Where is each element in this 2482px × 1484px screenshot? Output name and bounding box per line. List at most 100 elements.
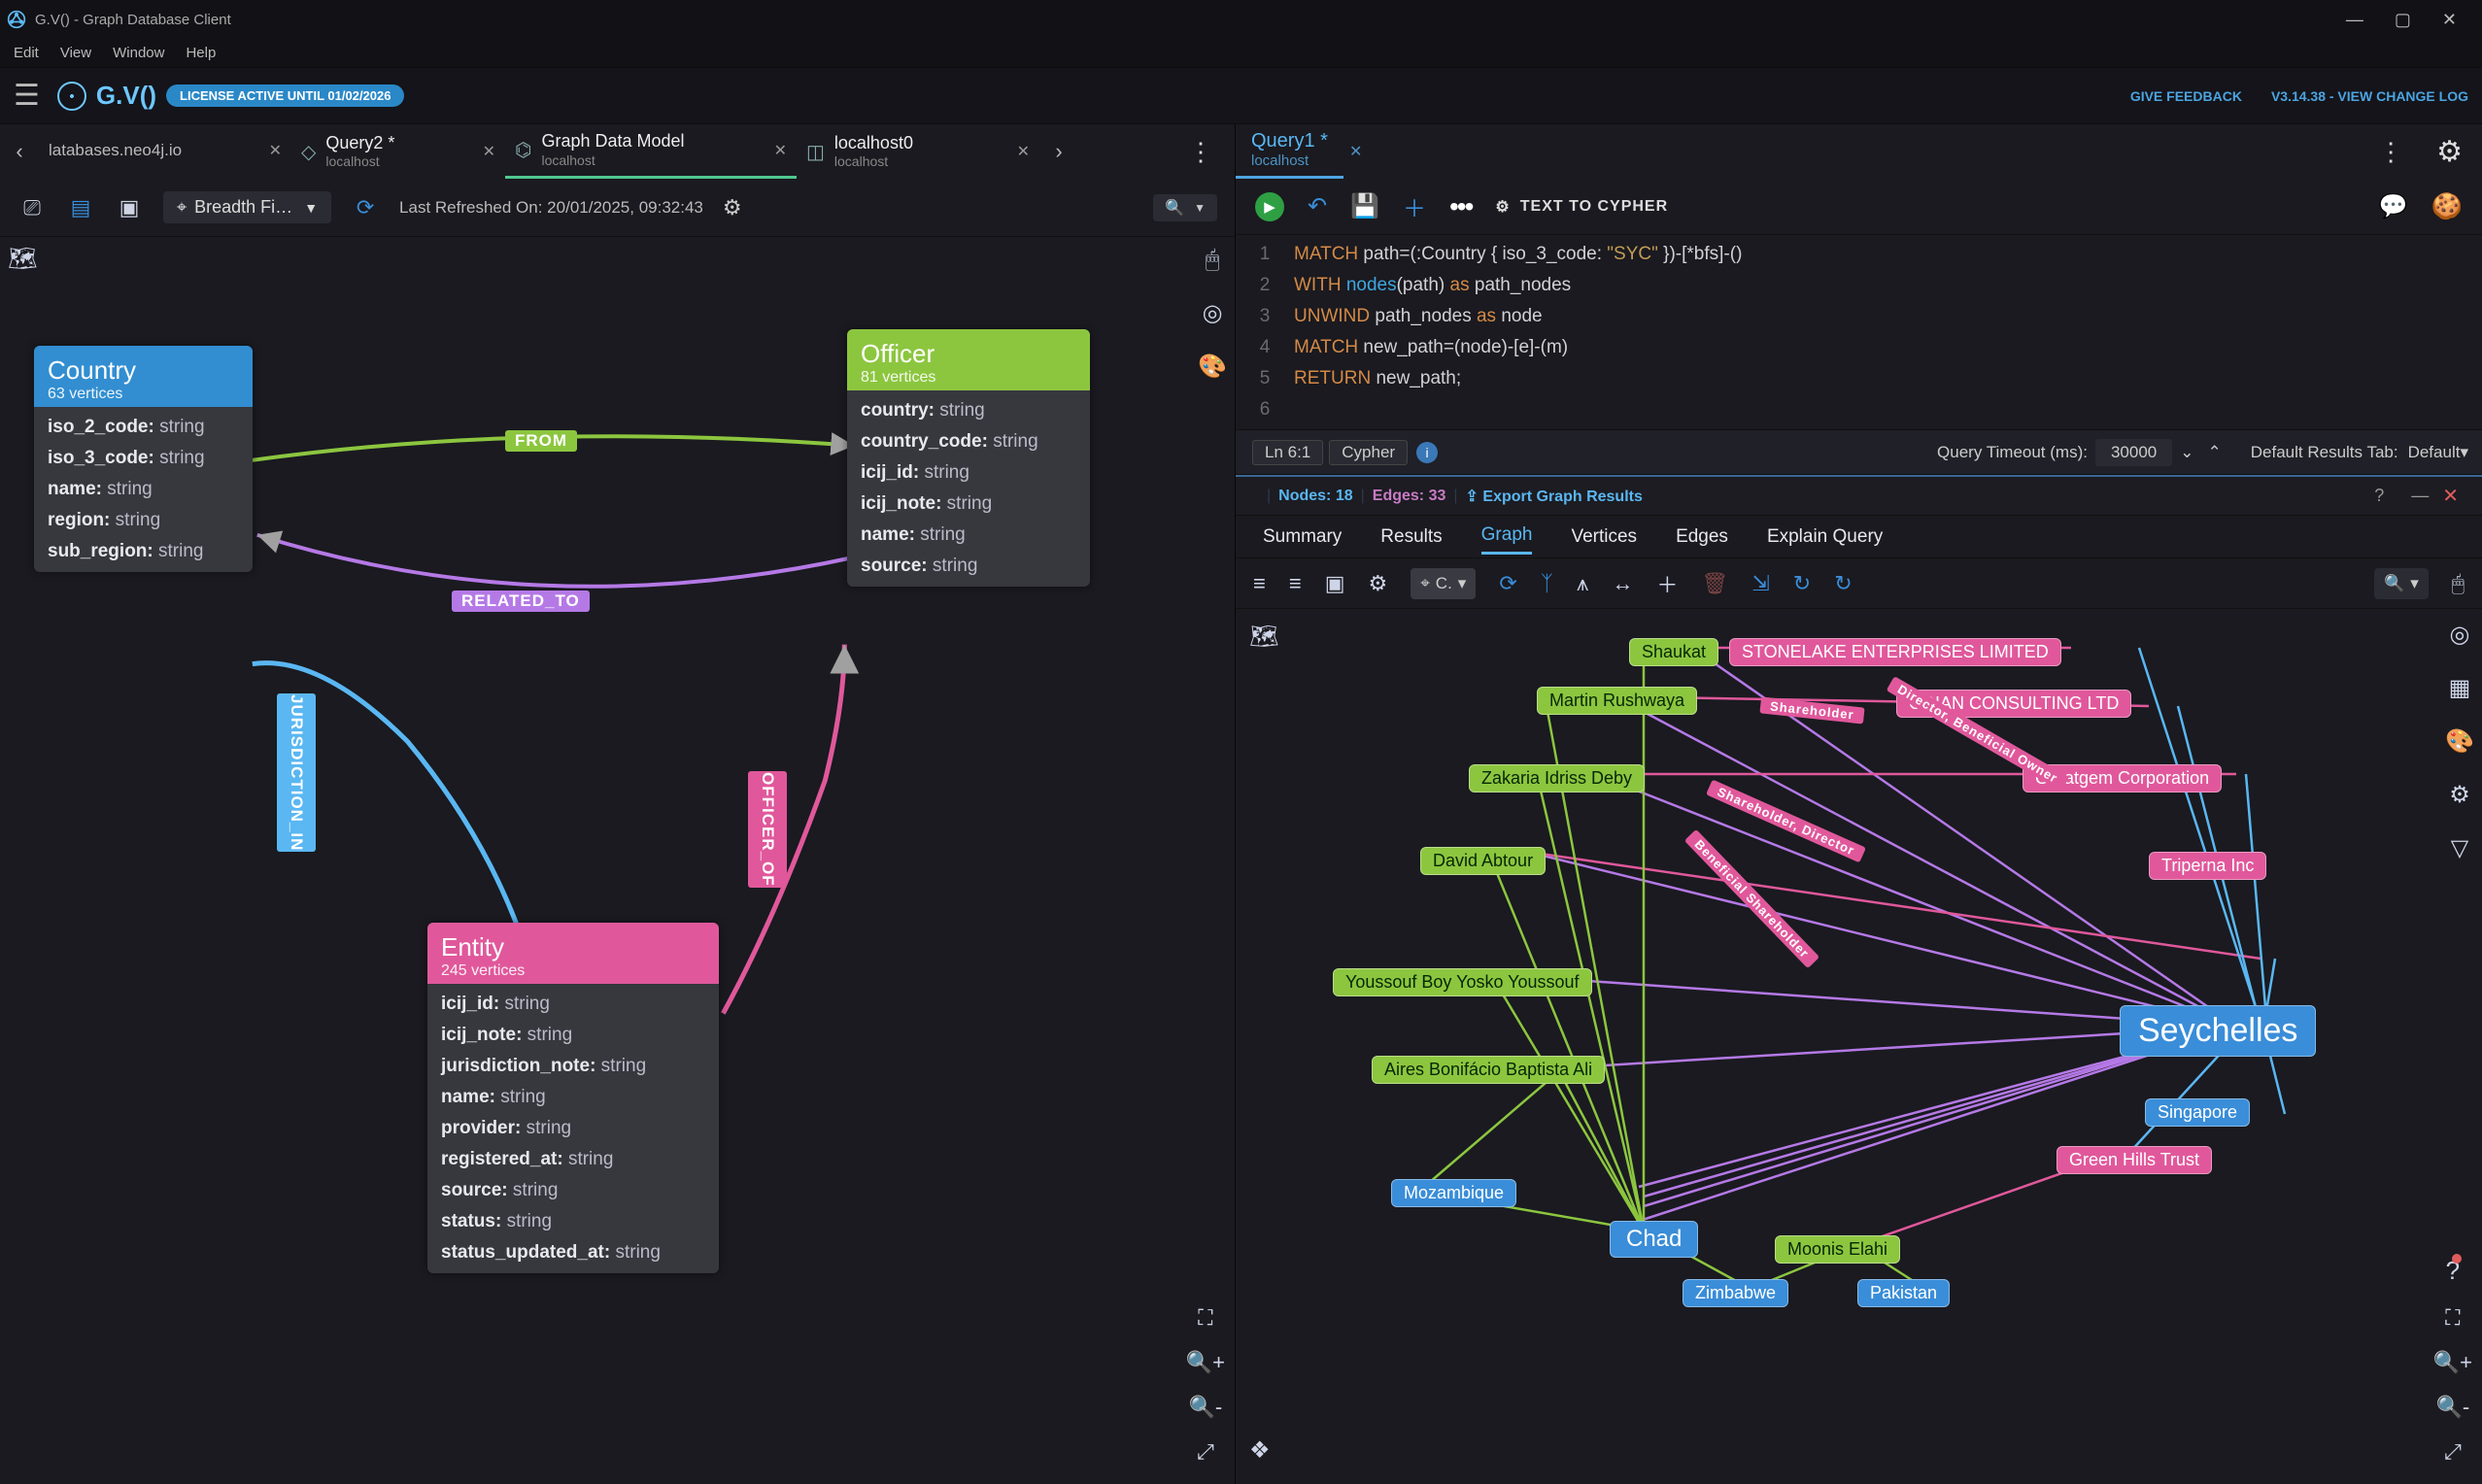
comment-icon[interactable]: 💬 <box>2379 192 2408 220</box>
export-layout-icon[interactable]: ⇲ <box>1751 571 1769 596</box>
menu-view[interactable]: View <box>60 45 91 61</box>
tab-explain[interactable]: Explain Query <box>1767 521 1883 554</box>
trash-icon[interactable]: 🗑 <box>1701 571 1728 596</box>
node-mozambique[interactable]: Mozambique <box>1391 1179 1516 1207</box>
zoom-out-icon[interactable]: 🔍- <box>1189 1395 1223 1420</box>
close-icon[interactable]: ✕ <box>1349 142 1362 161</box>
gear-icon[interactable]: ⚙ <box>723 195 742 220</box>
node-greenhills[interactable]: Green Hills Trust <box>2057 1146 2212 1174</box>
graph-search[interactable]: 🔍▾ <box>2374 568 2429 599</box>
tab-localhost0[interactable]: ◫ localhost0 localhost ✕ <box>797 124 1039 179</box>
table-view-icon[interactable]: ▤ <box>66 195 95 220</box>
code-editor[interactable]: 1MATCH path=(:Country { iso_3_code: "SYC… <box>1236 235 2482 430</box>
save-icon[interactable]: 💾 <box>1350 192 1379 220</box>
tabs-more-icon[interactable]: ⋮ <box>1167 137 1235 167</box>
tab-vertices[interactable]: Vertices <box>1571 521 1637 554</box>
tabs-prev-icon[interactable]: ‹ <box>0 139 39 164</box>
layout-chip[interactable]: ⌖C.▾ <box>1411 568 1476 599</box>
more-dots-icon[interactable]: ••• <box>1449 191 1472 222</box>
help-badge-icon[interactable]: ? <box>2446 1256 2460 1286</box>
link-icon[interactable]: ↔ <box>1612 571 1633 596</box>
schema-view-icon[interactable]: ⎚ <box>17 195 47 220</box>
license-badge[interactable]: LICENSE ACTIVE UNTIL 01/02/2026 <box>166 84 404 107</box>
center-icon[interactable]: ◎ <box>1203 299 1223 327</box>
close-icon[interactable]: ✕ <box>1017 142 1030 161</box>
add-icon[interactable]: ＋ <box>1403 189 1426 223</box>
image-view-icon[interactable]: ▣ <box>115 195 144 220</box>
zoom-in-icon[interactable]: 🔍+ <box>2433 1350 2472 1375</box>
close-window-icon[interactable]: ✕ <box>2442 10 2457 30</box>
node-singapore[interactable]: Singapore <box>2145 1098 2250 1127</box>
close-icon[interactable]: ✕ <box>269 141 282 160</box>
tab-query2[interactable]: ◇ Query2 * localhost ✕ <box>291 124 505 179</box>
fit-icon[interactable]: ⤢ <box>2444 1439 2462 1465</box>
give-feedback-link[interactable]: GIVE FEEDBACK <box>2130 88 2242 104</box>
graph-canvas[interactable]: 🗺 ◎ ▦ 🎨 ⚙ ▽ <box>1236 609 2482 1484</box>
fullscreen-icon[interactable]: ⛶ <box>1198 1305 1212 1331</box>
tab-results[interactable]: Results <box>1380 521 1442 554</box>
node-david[interactable]: David Abtour <box>1420 847 1546 875</box>
tree-icon[interactable]: ⩚ <box>1577 571 1588 596</box>
filter-add-icon[interactable]: ≡ <box>1253 571 1266 596</box>
node-pakistan[interactable]: Pakistan <box>1857 1279 1950 1307</box>
mouse-icon[interactable]: 🖱 <box>1206 247 1219 274</box>
chevron-down-icon[interactable]: ⌄ <box>2180 443 2193 462</box>
node-moonis[interactable]: Moonis Elahi <box>1775 1235 1900 1264</box>
palette-icon[interactable]: 🎨 <box>2445 727 2474 756</box>
menu-edit[interactable]: Edit <box>14 45 39 61</box>
cookie-icon[interactable]: 🍪 <box>2431 191 2463 221</box>
maximize-icon[interactable]: ▢ <box>2395 10 2411 30</box>
help-icon[interactable]: ? <box>2374 486 2384 506</box>
mouse-mode-icon[interactable]: 🖱 <box>2452 571 2465 596</box>
layout-dropdown[interactable]: ⌖ Breadth Fi… ▼ <box>163 191 331 223</box>
fullscreen-icon[interactable]: ⛶ <box>2445 1305 2460 1331</box>
close-icon[interactable]: ✕ <box>483 142 495 161</box>
add-node-icon[interactable]: ＋ <box>1656 568 1678 599</box>
node-youssouf[interactable]: Youssouf Boy Yosko Youssouf <box>1333 968 1592 996</box>
tabs-next-icon[interactable]: › <box>1039 139 1078 164</box>
fit-icon[interactable]: ⤢ <box>1197 1439 1214 1465</box>
schema-node-officer[interactable]: Officer81 vertices country: string count… <box>847 329 1090 587</box>
schema-node-entity[interactable]: Entity245 vertices icij_id: string icij_… <box>427 923 719 1273</box>
hamburger-icon[interactable]: ☰ <box>14 79 40 113</box>
filter-icon[interactable]: ▽ <box>2451 834 2468 862</box>
node-seychelles[interactable]: Seychelles <box>2120 1005 2316 1057</box>
node-shaukat[interactable]: Shaukat <box>1629 638 1718 666</box>
node-aires[interactable]: Aires Bonifácio Baptista Ali <box>1372 1056 1605 1084</box>
minimap-icon[interactable]: 🗺 <box>1249 623 1278 651</box>
search-pill[interactable]: 🔍 ▼ <box>1153 194 1217 221</box>
refresh-layout-icon[interactable]: ⟳ <box>1499 571 1516 596</box>
node-triperna[interactable]: Triperna Inc <box>2149 852 2266 880</box>
menu-help[interactable]: Help <box>186 45 216 61</box>
schema-node-country[interactable]: Country63 vertices iso_2_code: string is… <box>34 346 253 572</box>
default-tab-value[interactable]: Default <box>2408 443 2461 462</box>
table-icon[interactable]: ▦ <box>2449 674 2471 702</box>
export-graph-button[interactable]: ⇪ Export Graph Results <box>1466 487 1643 506</box>
chevron-up-icon[interactable]: ⌃ <box>2208 443 2222 462</box>
tab-neo4j[interactable]: latabases.neo4j.io ✕ <box>39 124 291 179</box>
target-icon[interactable]: ◎ <box>2450 621 2470 649</box>
zoom-in-icon[interactable]: 🔍+ <box>1186 1350 1225 1375</box>
tab-query1[interactable]: Query1 * localhost <box>1236 124 1343 178</box>
minimize-results-icon[interactable]: — <box>2411 486 2429 506</box>
layers-icon[interactable]: ❖ <box>1249 1436 1271 1465</box>
tab-graph-data-model[interactable]: ⌬ Graph Data Model localhost ✕ <box>505 124 797 179</box>
refresh-icon[interactable]: ⟳ <box>351 195 380 220</box>
filter-remove-icon[interactable]: ≡ <box>1289 571 1302 596</box>
text-to-cypher-button[interactable]: ⚙ TEXT TO CYPHER <box>1495 197 1668 217</box>
info-icon[interactable]: i <box>1416 442 1438 463</box>
path-icon[interactable]: ᛉ <box>1541 571 1553 596</box>
version-link[interactable]: V3.14.38 - VIEW CHANGE LOG <box>2271 88 2468 104</box>
zoom-out-icon[interactable]: 🔍- <box>2436 1395 2470 1420</box>
snapshot-icon[interactable]: ▣ <box>1325 571 1345 596</box>
tab-summary[interactable]: Summary <box>1263 521 1342 554</box>
tab-graph[interactable]: Graph <box>1481 519 1533 555</box>
minimize-icon[interactable]: — <box>2346 10 2363 30</box>
reload-icon[interactable]: ↻ <box>1793 571 1811 596</box>
node-chad[interactable]: Chad <box>1610 1221 1698 1258</box>
sliders-icon[interactable]: ⚙ <box>2449 781 2470 809</box>
palette-icon[interactable]: 🎨 <box>1198 353 1227 381</box>
minimap-icon[interactable]: 🗺 <box>8 245 37 273</box>
tabs-more-icon[interactable]: ⋮ <box>2364 137 2417 167</box>
node-zimbabwe[interactable]: Zimbabwe <box>1683 1279 1788 1307</box>
